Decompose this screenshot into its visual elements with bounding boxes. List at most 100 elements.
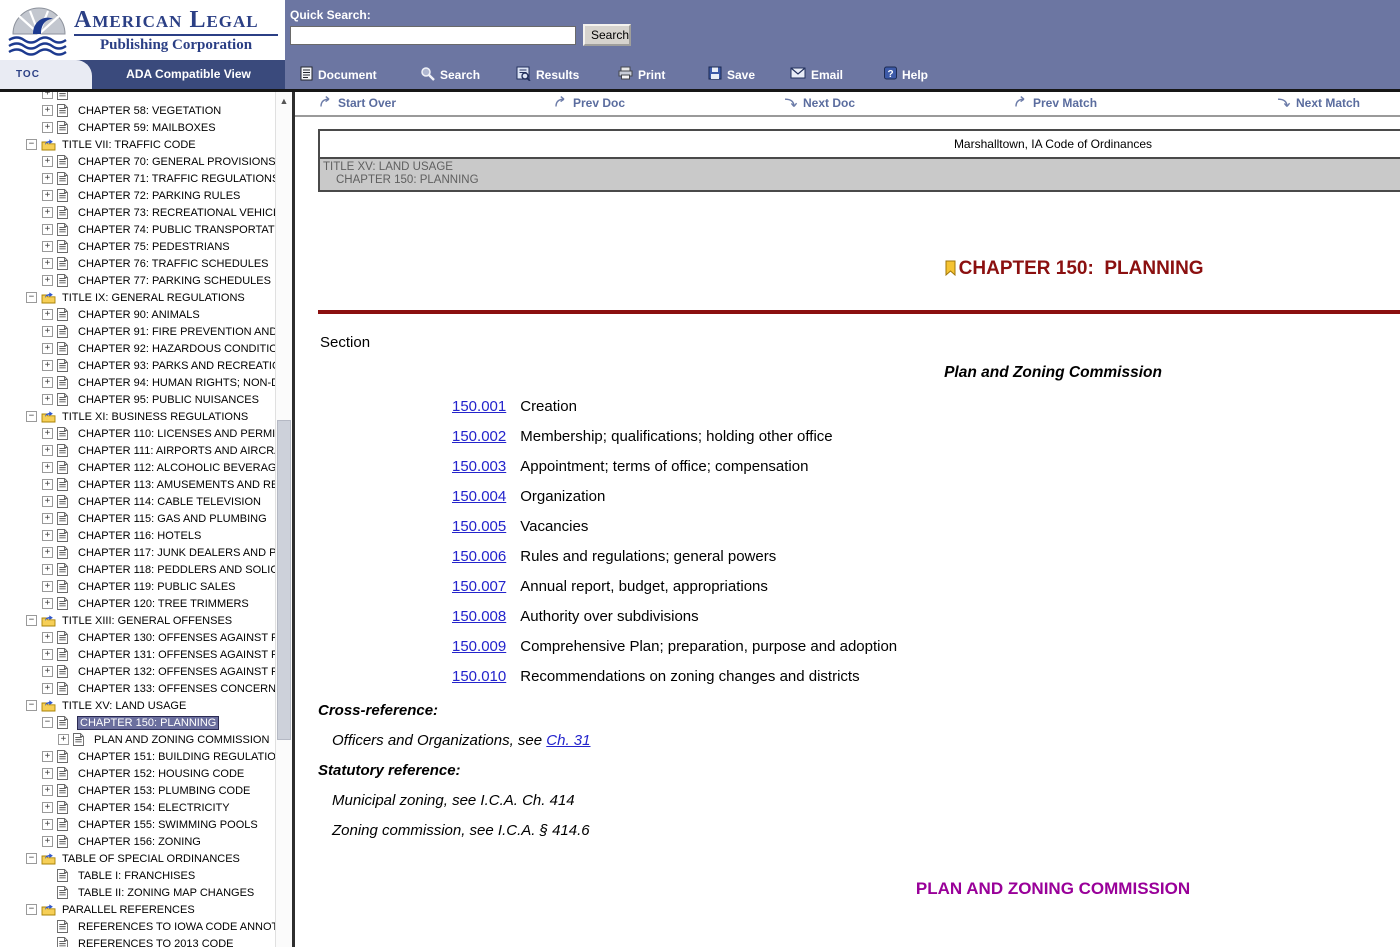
expand-plus-icon[interactable]: + (42, 190, 53, 201)
tree-item[interactable]: +CHAPTER 94: HUMAN RIGHTS; NON-DIS (0, 374, 277, 391)
tree-item[interactable]: +CHAPTER 110: LICENSES AND PERMITS (0, 425, 277, 442)
expand-plus-icon[interactable]: + (42, 445, 53, 456)
tree-item[interactable]: +CHAPTER 70: GENERAL PROVISIONS (0, 153, 277, 170)
tree-item[interactable]: +CHAPTER 155: SWIMMING POOLS (0, 816, 277, 833)
tree-item[interactable]: +CHAPTER 156: ZONING (0, 833, 277, 850)
tab-toc[interactable]: TOC (0, 60, 92, 89)
toolbar-document[interactable]: Document (300, 60, 377, 89)
tree-item[interactable]: −TITLE VII: TRAFFIC CODE (0, 136, 277, 153)
toolbar-save[interactable]: Save (708, 60, 755, 89)
tree-item[interactable]: +PLAN AND ZONING COMMISSION (0, 731, 277, 748)
expand-plus-icon[interactable]: + (42, 462, 53, 473)
expand-plus-icon[interactable]: + (42, 377, 53, 388)
expand-plus-icon[interactable]: + (42, 513, 53, 524)
expand-plus-icon[interactable]: + (42, 173, 53, 184)
collapse-minus-icon[interactable]: − (26, 700, 37, 711)
expand-plus-icon[interactable]: + (42, 564, 53, 575)
tree-item[interactable]: −TITLE XIII: GENERAL OFFENSES (0, 612, 277, 629)
expand-plus-icon[interactable]: + (42, 785, 53, 796)
tree-item[interactable]: +CHAPTER 71: TRAFFIC REGULATIONS (0, 170, 277, 187)
expand-plus-icon[interactable]: + (42, 802, 53, 813)
collapse-minus-icon[interactable]: − (26, 411, 37, 422)
tree-item[interactable]: +CHAPTER 116: HOTELS (0, 527, 277, 544)
section-link[interactable]: 150.001 (452, 398, 506, 415)
collapse-minus-icon[interactable]: − (26, 853, 37, 864)
tree-item[interactable]: −TITLE IX: GENERAL REGULATIONS (0, 289, 277, 306)
tree-item[interactable]: +CHAPTER 75: PEDESTRIANS (0, 238, 277, 255)
chapter-31-link[interactable]: Ch. 31 (546, 732, 590, 749)
toolbar-search[interactable]: Search (420, 60, 480, 89)
tree-item[interactable]: +CHAPTER 131: OFFENSES AGAINST PRO (0, 646, 277, 663)
section-link[interactable]: 150.008 (452, 608, 506, 625)
expand-plus-icon[interactable]: + (58, 734, 69, 745)
expand-plus-icon[interactable]: + (42, 666, 53, 677)
nav-prev-doc[interactable]: Prev Doc (553, 95, 625, 111)
tree-item[interactable]: +CHAPTER 111: AIRPORTS AND AIRCRAF (0, 442, 277, 459)
tree-item[interactable]: +CHAPTER 114: CABLE TELEVISION (0, 493, 277, 510)
nav-start-over[interactable]: Start Over (318, 95, 396, 111)
tree-item[interactable]: +CHAPTER 130: OFFENSES AGAINST PEA (0, 629, 277, 646)
tree-item[interactable]: +CHAPTER 93: PARKS AND RECREATION; (0, 357, 277, 374)
toolbar-print[interactable]: Print (618, 60, 665, 89)
tree-item[interactable]: −PARALLEL REFERENCES (0, 901, 277, 918)
expand-plus-icon[interactable]: + (42, 598, 53, 609)
tree-item[interactable]: +CHAPTER 117: JUNK DEALERS AND PAW (0, 544, 277, 561)
tree-item[interactable]: +CHAPTER 92: HAZARDOUS CONDITIONS (0, 340, 277, 357)
ada-compatible-view-link[interactable]: ADA Compatible View (92, 60, 285, 89)
tree-item[interactable]: + (0, 92, 277, 102)
section-link[interactable]: 150.002 (452, 428, 506, 445)
section-link[interactable]: 150.005 (452, 518, 506, 535)
section-link[interactable]: 150.003 (452, 458, 506, 475)
expand-plus-icon[interactable]: + (42, 683, 53, 694)
tree-item[interactable]: +CHAPTER 74: PUBLIC TRANSPORTATION (0, 221, 277, 238)
toolbar-results[interactable]: Results (516, 60, 579, 89)
expand-plus-icon[interactable]: + (42, 360, 53, 371)
section-link[interactable]: 150.006 (452, 548, 506, 565)
tree-item[interactable]: +CHAPTER 91: FIRE PREVENTION AND PR (0, 323, 277, 340)
tree-item[interactable]: +CHAPTER 90: ANIMALS (0, 306, 277, 323)
expand-plus-icon[interactable]: + (42, 581, 53, 592)
tree-item[interactable]: +CHAPTER 73: RECREATIONAL VEHICLES (0, 204, 277, 221)
quick-search-input[interactable] (290, 26, 576, 45)
tree-item[interactable]: +CHAPTER 151: BUILDING REGULATIONS (0, 748, 277, 765)
tree-item[interactable]: +CHAPTER 112: ALCOHOLIC BEVERAGES (0, 459, 277, 476)
tree-item[interactable]: +CHAPTER 115: GAS AND PLUMBING (0, 510, 277, 527)
tree-item[interactable]: +CHAPTER 120: TREE TRIMMERS (0, 595, 277, 612)
tree-item[interactable]: TABLE I: FRANCHISES (0, 867, 277, 884)
toolbar-help[interactable]: ?Help (884, 60, 928, 89)
tree-item[interactable]: +CHAPTER 118: PEDDLERS AND SOLICIT (0, 561, 277, 578)
tree-item[interactable]: +CHAPTER 95: PUBLIC NUISANCES (0, 391, 277, 408)
expand-plus-icon[interactable]: + (42, 343, 53, 354)
tree-item[interactable]: −CHAPTER 150: PLANNING (0, 714, 277, 731)
section-link[interactable]: 150.007 (452, 578, 506, 595)
expand-plus-icon[interactable]: + (42, 224, 53, 235)
expand-plus-icon[interactable]: + (42, 547, 53, 558)
scroll-up-arrow-icon[interactable]: ▲ (277, 94, 291, 108)
nav-prev-match[interactable]: Prev Match (1013, 95, 1097, 111)
nav-next-doc[interactable]: Next Doc (783, 95, 855, 111)
expand-plus-icon[interactable]: + (42, 819, 53, 830)
expand-plus-icon[interactable]: + (42, 394, 53, 405)
expand-plus-icon[interactable]: + (42, 530, 53, 541)
tree-item[interactable]: +CHAPTER 153: PLUMBING CODE (0, 782, 277, 799)
tree-item[interactable]: +CHAPTER 76: TRAFFIC SCHEDULES (0, 255, 277, 272)
tree-item[interactable]: +CHAPTER 133: OFFENSES CONCERNING (0, 680, 277, 697)
tree-item[interactable]: +CHAPTER 113: AMUSEMENTS AND RECR (0, 476, 277, 493)
tree-item[interactable]: +CHAPTER 77: PARKING SCHEDULES (0, 272, 277, 289)
scrollbar-thumb[interactable] (277, 420, 291, 740)
sidebar-scrollbar[interactable]: ▲ (275, 92, 292, 947)
section-link[interactable]: 150.009 (452, 638, 506, 655)
expand-plus-icon[interactable]: + (42, 105, 53, 116)
tree-item[interactable]: +CHAPTER 154: ELECTRICITY (0, 799, 277, 816)
expand-plus-icon[interactable]: + (42, 751, 53, 762)
expand-plus-icon[interactable]: + (42, 326, 53, 337)
expand-plus-icon[interactable]: + (42, 92, 53, 99)
tree-item[interactable]: −TABLE OF SPECIAL ORDINANCES (0, 850, 277, 867)
nav-next-match[interactable]: Next Match (1276, 95, 1360, 111)
tree-item[interactable]: +CHAPTER 72: PARKING RULES (0, 187, 277, 204)
expand-plus-icon[interactable]: + (42, 836, 53, 847)
search-button[interactable]: Search (583, 24, 631, 46)
expand-plus-icon[interactable]: + (42, 649, 53, 660)
expand-plus-icon[interactable]: + (42, 479, 53, 490)
section-link[interactable]: 150.004 (452, 488, 506, 505)
